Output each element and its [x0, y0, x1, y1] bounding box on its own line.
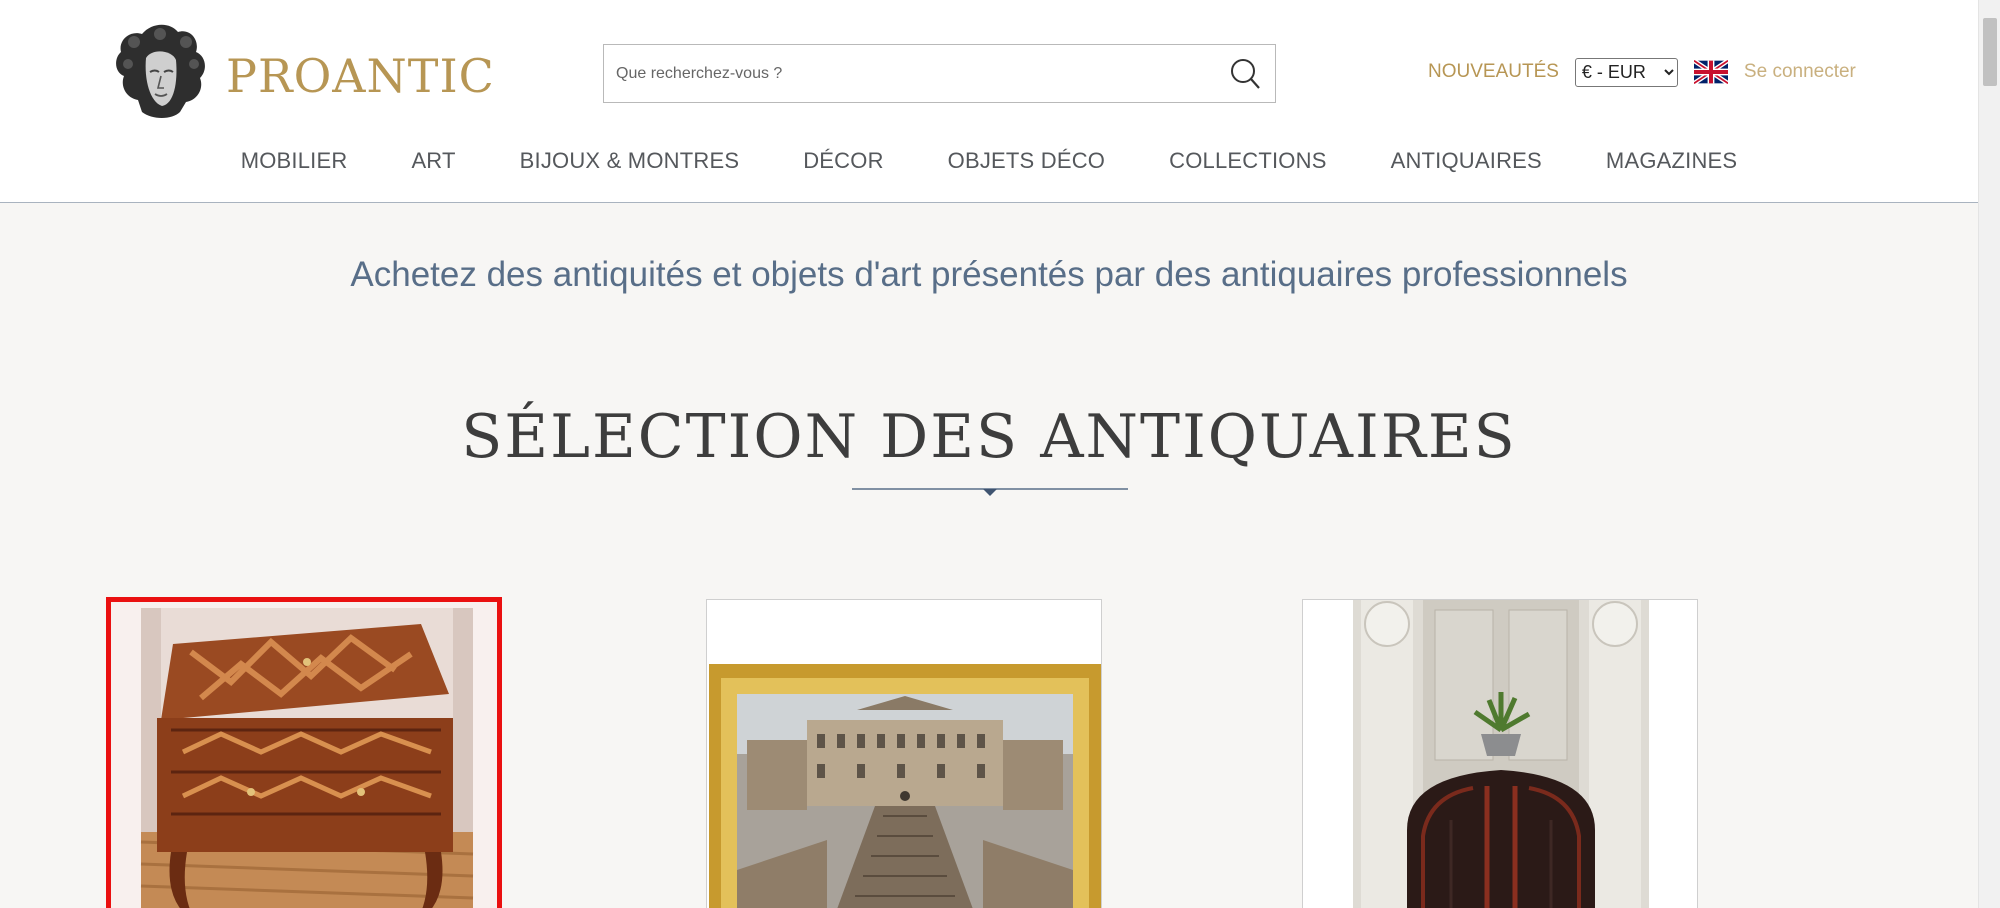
product-image [1303, 600, 1697, 908]
search-button[interactable] [1215, 45, 1275, 102]
nouveautes-link[interactable]: NOUVEAUTÉS [1428, 61, 1559, 83]
product-card[interactable] [106, 597, 502, 908]
header-actions: NOUVEAUTÉS € - EUR Se connecter [1428, 56, 1856, 88]
nav-item-antiquaires[interactable]: ANTIQUAIRES [1359, 148, 1574, 174]
scrollbar-thumb[interactable] [1983, 18, 1997, 86]
page-tagline: Achetez des antiquités et objets d'art p… [350, 255, 1628, 294]
product-image [111, 602, 497, 908]
uk-flag-icon[interactable] [1693, 60, 1728, 84]
logo-head-icon [116, 24, 205, 118]
nav-item-objets-deco[interactable]: OBJETS DÉCO [916, 148, 1137, 174]
nav-item-collections[interactable]: COLLECTIONS [1137, 148, 1358, 174]
main-nav: MOBILIER ART BIJOUX & MONTRES DÉCOR OBJE… [0, 148, 1978, 174]
section-title: SÉLECTION DES ANTIQUAIRES [461, 402, 1517, 472]
nav-item-magazines[interactable]: MAGAZINES [1574, 148, 1769, 174]
product-card[interactable] [1302, 599, 1698, 908]
title-divider [852, 488, 1128, 496]
product-image [707, 600, 1101, 908]
nav-item-decor[interactable]: DÉCOR [771, 148, 915, 174]
currency-select[interactable]: € - EUR [1574, 57, 1678, 87]
site-header: PROANTIC NOUVEAUTÉS € - EUR Se connecter… [0, 0, 1978, 203]
search-bar [603, 44, 1276, 103]
login-link[interactable]: Se connecter [1744, 61, 1856, 83]
nav-item-art[interactable]: ART [379, 148, 487, 174]
page-scrollbar[interactable] [1978, 0, 2000, 908]
product-card[interactable] [706, 599, 1102, 908]
nav-item-mobilier[interactable]: MOBILIER [209, 148, 380, 174]
nav-item-bijoux-montres[interactable]: BIJOUX & MONTRES [488, 148, 772, 174]
brand-name: PROANTIC [226, 49, 495, 103]
logo-link[interactable]: PROANTIC [112, 20, 495, 124]
search-input[interactable] [604, 45, 1215, 102]
search-icon [1231, 58, 1260, 89]
